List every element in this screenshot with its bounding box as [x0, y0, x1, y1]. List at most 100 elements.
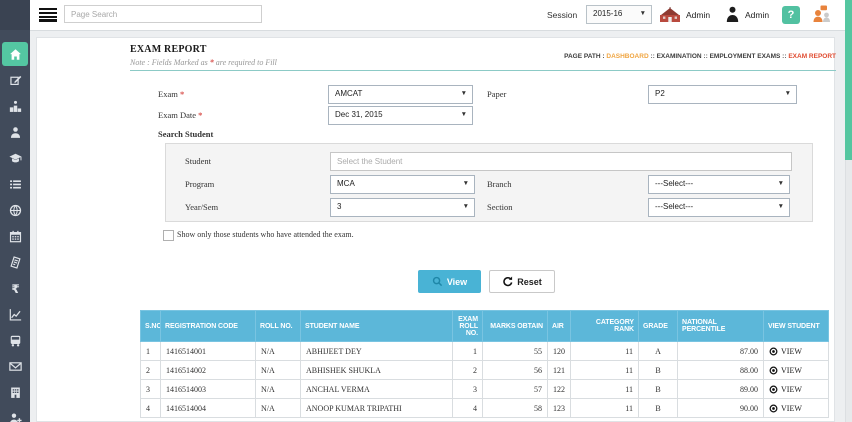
- exam-date-select[interactable]: Dec 31, 2015 ▼: [328, 106, 473, 125]
- graduation-cap-icon: [9, 152, 22, 165]
- branch-select[interactable]: ---Select--- ▼: [648, 175, 790, 194]
- sidebar-item-globe[interactable]: [2, 198, 28, 222]
- rupee-icon: ₹: [9, 282, 22, 295]
- sidebar-item-list[interactable]: [2, 172, 28, 196]
- school-admin-label[interactable]: Admin: [686, 10, 710, 20]
- table-cell: N/A: [256, 399, 301, 418]
- required-asterisk: *: [210, 58, 214, 67]
- attended-only-checkbox[interactable]: [163, 230, 174, 241]
- breadcrumb-segment[interactable]: EXAMINATION: [657, 53, 702, 60]
- table-cell: 3: [141, 380, 161, 399]
- student-input[interactable]: [330, 152, 792, 171]
- page-scrollbar-thumb[interactable]: [845, 0, 852, 160]
- page-search-input[interactable]: [64, 5, 262, 23]
- table-cell: B: [639, 380, 678, 399]
- yearsem-label: Year/Sem: [185, 202, 218, 212]
- column-header: VIEW STUDENT: [764, 311, 829, 342]
- sidebar-item-person[interactable]: [2, 120, 28, 144]
- sidebar-item-chart[interactable]: [2, 302, 28, 326]
- table-cell: N/A: [256, 361, 301, 380]
- chevron-down-icon: ▼: [778, 203, 784, 210]
- table-cell: 2: [453, 361, 483, 380]
- bus-icon: [9, 334, 22, 347]
- yearsem-select[interactable]: 3 ▼: [330, 198, 475, 217]
- breadcrumb-segment[interactable]: EXAM REPORT: [788, 53, 836, 60]
- sidebar-item-graduation-cap[interactable]: [2, 146, 28, 170]
- reset-button[interactable]: Reset: [489, 270, 555, 293]
- column-header: MARKS OBTAIN: [483, 311, 548, 342]
- student-label: Student: [185, 156, 211, 166]
- table-cell: 11: [571, 342, 639, 361]
- view-student-link[interactable]: VIEW: [769, 366, 823, 375]
- chart-icon: [9, 308, 22, 321]
- add-person-icon: [9, 412, 22, 422]
- program-label: Program: [185, 179, 214, 189]
- app-logo: [0, 0, 30, 30]
- column-header: REGISTRATION CODE: [161, 311, 256, 342]
- table-row: 31416514003N/AANCHAL VERMA35712211B89.00…: [141, 380, 829, 399]
- breadcrumb-segment[interactable]: DASHBOARD: [606, 53, 648, 60]
- table-cell: 123: [548, 399, 571, 418]
- online-users-icon[interactable]: [812, 5, 832, 29]
- table-cell: 120: [548, 342, 571, 361]
- breadcrumb-segment[interactable]: EMPLOYMENT EXAMS: [710, 53, 781, 60]
- table-cell: VIEW: [764, 380, 829, 399]
- hamburger-menu-icon[interactable]: [39, 8, 57, 22]
- sidebar-item-podium[interactable]: [2, 94, 28, 118]
- column-header: EXAM ROLL NO.: [453, 311, 483, 342]
- sidebar-item-home[interactable]: [2, 42, 28, 66]
- help-button[interactable]: ?: [782, 6, 800, 24]
- search-icon: [432, 276, 443, 287]
- sidebar-item-receipt[interactable]: [2, 250, 28, 274]
- table-cell: VIEW: [764, 399, 829, 418]
- school-icon[interactable]: [659, 7, 681, 28]
- table-cell: 87.00: [678, 342, 764, 361]
- sidebar-item-calendar[interactable]: [2, 224, 28, 248]
- edit-icon: [9, 74, 22, 87]
- exam-report-page: Session 2015-16 ▼ Admin Admin ? ₹ EXAM R…: [0, 0, 852, 422]
- table-cell: B: [639, 361, 678, 380]
- table-cell: ABHISHEK SHUKLA: [301, 361, 453, 380]
- branch-label: Branch: [487, 179, 512, 189]
- user-admin-label[interactable]: Admin: [745, 10, 769, 20]
- table-cell: VIEW: [764, 361, 829, 380]
- sidebar-item-building[interactable]: [2, 380, 28, 404]
- table-row: 11416514001N/AABHIJEET DEY15512011A87.00…: [141, 342, 829, 361]
- view-button[interactable]: View: [418, 270, 481, 293]
- sidebar-item-mail[interactable]: [2, 354, 28, 378]
- table-cell: N/A: [256, 380, 301, 399]
- building-icon: [9, 386, 22, 399]
- sidebar-item-rupee[interactable]: ₹: [2, 276, 28, 300]
- home-icon: [9, 48, 22, 61]
- paper-select[interactable]: P2 ▼: [648, 85, 797, 104]
- chevron-down-icon: ▼: [461, 90, 467, 97]
- table-cell: 1: [141, 342, 161, 361]
- view-student-link[interactable]: VIEW: [769, 385, 823, 394]
- section-select[interactable]: ---Select--- ▼: [648, 198, 790, 217]
- chevron-down-icon: ▼: [785, 90, 791, 97]
- table-cell: 57: [483, 380, 548, 399]
- globe-icon: [9, 204, 22, 217]
- view-student-link[interactable]: VIEW: [769, 404, 823, 413]
- user-icon[interactable]: [726, 6, 739, 28]
- session-select[interactable]: 2015-16 ▼: [586, 5, 652, 24]
- table-cell: 1416514002: [161, 361, 256, 380]
- table-cell: 1: [453, 342, 483, 361]
- table-cell: B: [639, 399, 678, 418]
- column-header: NATIONAL PERCENTILE: [678, 311, 764, 342]
- sidebar-item-add-person[interactable]: [2, 406, 28, 422]
- sidebar-item-bus[interactable]: [2, 328, 28, 352]
- svg-text:₹: ₹: [11, 282, 19, 295]
- table-cell: 58: [483, 399, 548, 418]
- table-cell: ABHIJEET DEY: [301, 342, 453, 361]
- view-student-link[interactable]: VIEW: [769, 347, 823, 356]
- mail-icon: [9, 360, 22, 373]
- chevron-down-icon: ▼: [463, 180, 469, 187]
- sidebar-item-edit[interactable]: [2, 68, 28, 92]
- table-cell: VIEW: [764, 342, 829, 361]
- table-cell: 11: [571, 399, 639, 418]
- exam-select[interactable]: AMCAT ▼: [328, 85, 473, 104]
- column-header: GRADE: [639, 311, 678, 342]
- column-header: STUDENT NAME: [301, 311, 453, 342]
- program-select[interactable]: MCA ▼: [330, 175, 475, 194]
